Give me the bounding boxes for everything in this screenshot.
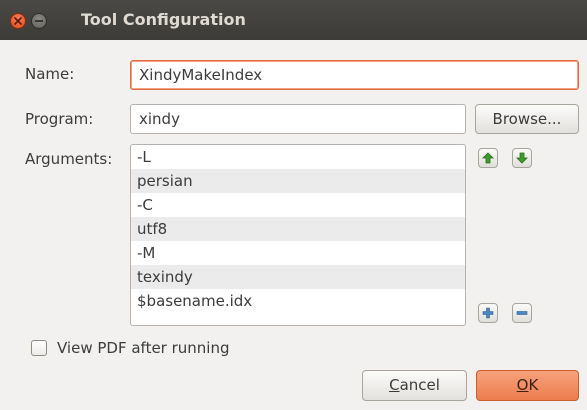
view-pdf-checkbox[interactable]: [31, 340, 47, 356]
add-argument-button[interactable]: [478, 303, 498, 323]
browse-button[interactable]: Browse...: [475, 104, 579, 134]
close-icon[interactable]: [10, 13, 26, 29]
program-label: Program:: [25, 110, 94, 128]
title-bar[interactable]: Tool Configuration: [0, 0, 587, 40]
arguments-label: Arguments:: [25, 150, 113, 168]
name-label: Name:: [25, 65, 75, 83]
move-up-button[interactable]: [478, 148, 498, 168]
minus-icon: [516, 311, 528, 315]
minimize-icon[interactable]: [31, 13, 47, 29]
list-item[interactable]: $basename.idx: [131, 289, 465, 313]
remove-argument-button[interactable]: [512, 303, 532, 323]
arrow-down-icon: [516, 152, 528, 164]
cancel-label: ancel: [399, 376, 440, 394]
arrow-up-icon: [482, 152, 494, 164]
tool-configuration-dialog: Tool Configuration Name: XindyMakeIndex …: [0, 0, 587, 410]
move-down-button[interactable]: [512, 148, 532, 168]
window-title: Tool Configuration: [81, 10, 246, 29]
ok-mnemonic: O: [516, 376, 529, 394]
list-item[interactable]: persian: [131, 169, 465, 193]
arguments-list[interactable]: -L persian -C utf8 -M texindy $basename.…: [130, 144, 466, 326]
view-pdf-label[interactable]: View PDF after running: [57, 339, 230, 357]
cancel-mnemonic: C: [389, 376, 400, 394]
list-item[interactable]: texindy: [131, 265, 465, 289]
ok-button[interactable]: OK: [476, 370, 579, 401]
name-field[interactable]: XindyMakeIndex: [130, 60, 579, 90]
plus-icon: [482, 307, 494, 319]
list-item[interactable]: -C: [131, 193, 465, 217]
program-field[interactable]: xindy: [130, 104, 466, 134]
list-item[interactable]: -L: [131, 145, 465, 169]
ok-label: K: [528, 376, 539, 394]
list-item[interactable]: -M: [131, 241, 465, 265]
cancel-button[interactable]: Cancel: [362, 370, 467, 401]
list-item[interactable]: utf8: [131, 217, 465, 241]
